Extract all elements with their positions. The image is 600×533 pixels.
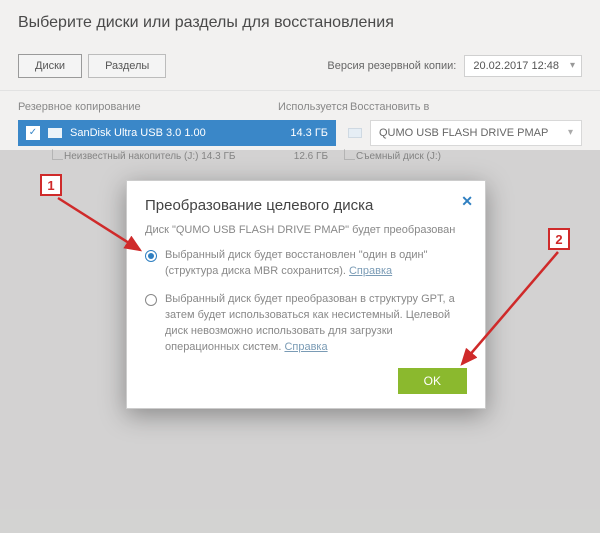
destination-select[interactable]: QUMO USB FLASH DRIVE PMAP	[370, 120, 582, 146]
annotation-step-1: 1	[40, 174, 62, 196]
source-disk-cell[interactable]: ✓ SanDisk Ultra USB 3.0 1.00	[18, 120, 276, 146]
reference-link[interactable]: Справка	[284, 341, 327, 353]
header: Выберите диски или разделы для восстанов…	[0, 0, 600, 42]
page-title: Выберите диски или разделы для восстанов…	[18, 14, 582, 32]
option-mbr-text: Выбранный диск будет восстановлен "один …	[165, 248, 467, 280]
modal-title: Преобразование целевого диска	[145, 197, 467, 214]
dest-area: QUMO USB FLASH DRIVE PMAP	[336, 120, 582, 146]
destination-name: QUMO USB FLASH DRIVE PMAP	[379, 127, 548, 139]
option-gpt-text: Выбранный диск будет преобразован в стру…	[165, 292, 467, 356]
backup-version-select[interactable]: 20.02.2017 12:48	[464, 55, 582, 77]
tab-partitions[interactable]: Разделы	[88, 54, 166, 78]
disk-icon	[48, 128, 62, 138]
modal-actions: OK	[145, 368, 467, 394]
source-disk-name: SanDisk Ultra USB 3.0 1.00	[70, 127, 206, 139]
col-header-used: Используется	[278, 101, 338, 113]
option-gpt[interactable]: Выбранный диск будет преобразован в стру…	[145, 292, 467, 356]
col-header-backup: Резервное копирование	[18, 101, 278, 113]
column-headers: Резервное копирование Используется Восст…	[0, 90, 600, 115]
toolbar: Диски Разделы Версия резервной копии: 20…	[0, 54, 600, 90]
source-used: 14.3 ГБ	[276, 120, 336, 146]
close-icon[interactable]: ✕	[461, 193, 473, 210]
ok-button[interactable]: OK	[398, 368, 467, 394]
annotation-step-2: 2	[548, 228, 570, 250]
disk-row: ✓ SanDisk Ultra USB 3.0 1.00 14.3 ГБ QUM…	[18, 119, 582, 147]
option-mbr[interactable]: Выбранный диск будет восстановлен "один …	[145, 248, 467, 280]
backup-version-label: Версия резервной копии:	[327, 60, 456, 72]
radio-checked-icon[interactable]	[145, 250, 157, 262]
col-header-restore: Восстановить в	[338, 101, 582, 113]
checkbox-checked-icon[interactable]: ✓	[26, 126, 40, 140]
tab-disks[interactable]: Диски	[18, 54, 82, 78]
backup-version: Версия резервной копии: 20.02.2017 12:48	[327, 55, 582, 77]
radio-unchecked-icon[interactable]	[145, 294, 157, 306]
reference-link[interactable]: Справка	[349, 265, 392, 277]
modal-subtitle: Диск "QUMO USB FLASH DRIVE PMAP" будет п…	[145, 224, 467, 236]
convert-disk-modal: ✕ Преобразование целевого диска Диск "QU…	[126, 180, 486, 409]
backup-version-value: 20.02.2017 12:48	[473, 60, 559, 72]
disk-icon	[348, 128, 362, 138]
app-window: Выберите диски или разделы для восстанов…	[0, 0, 600, 533]
